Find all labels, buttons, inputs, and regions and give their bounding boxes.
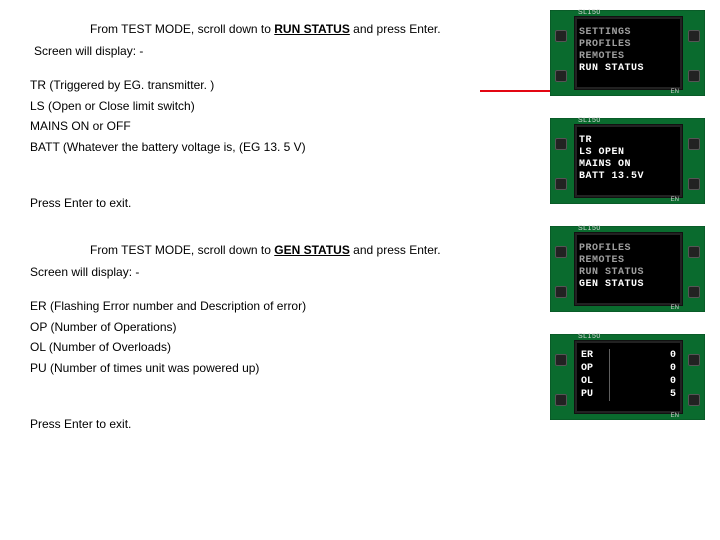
gen-item: ER (Flashing Error number and Descriptio… [30, 297, 470, 316]
device-board: SL150 TR LS OPEN MAINS ON BATT 13.5V EN [550, 118, 705, 204]
hw-button-icon [555, 394, 567, 406]
device-en-label: EN [671, 305, 679, 311]
device-screen: ER OP OL PU 0 0 0 5 [574, 340, 683, 414]
run-exit: Press Enter to exit. [30, 194, 470, 213]
hw-button-icon [555, 30, 567, 42]
hw-button-icon [688, 286, 700, 298]
device-screen: TR LS OPEN MAINS ON BATT 13.5V [574, 124, 683, 198]
device-screen: PROFILES REMOTES RUN STATUS GEN STATUS [574, 232, 683, 306]
gen-item: OL (Number of Overloads) [30, 338, 470, 357]
run-display-line: Screen will display: - [30, 42, 470, 60]
device-model-label: SL150 [578, 225, 601, 232]
gen-intro: From TEST MODE, scroll down to GEN STATU… [30, 241, 470, 259]
screen-content: SETTINGS PROFILES REMOTES RUN STATUS [575, 17, 682, 79]
device-board: SL150 ER OP OL PU 0 0 0 5 EN [550, 334, 705, 420]
run-intro-target: RUN STATUS [274, 22, 350, 36]
device-screen: SETTINGS PROFILES REMOTES RUN STATUS [574, 16, 683, 90]
device-en-label: EN [671, 413, 679, 419]
screen-content: ER OP OL PU 0 0 0 5 [575, 341, 682, 405]
run-item: TR (Triggered by EG. transmitter. ) [30, 76, 470, 95]
hw-button-icon [555, 354, 567, 366]
gen-exit: Press Enter to exit. [30, 415, 470, 434]
device-model-label: SL150 [578, 117, 601, 124]
run-item: MAINS ON or OFF [30, 117, 470, 136]
run-intro-prefix: From TEST MODE, scroll down to [90, 22, 274, 36]
gen-item: PU (Number of times unit was powered up) [30, 359, 470, 378]
gen-status-section: From TEST MODE, scroll down to GEN STATU… [30, 241, 470, 434]
run-status-section: From TEST MODE, scroll down to RUN STATU… [30, 20, 470, 213]
device-thumbnails: SL150 SETTINGS PROFILES REMOTES RUN STAT… [550, 10, 705, 442]
run-intro: From TEST MODE, scroll down to RUN STATU… [30, 20, 470, 38]
hw-button-icon [555, 246, 567, 258]
hw-button-icon [688, 178, 700, 190]
gen-intro-suffix: and press Enter. [350, 243, 441, 257]
gen-intro-target: GEN STATUS [274, 243, 350, 257]
device-model-label: SL150 [578, 9, 601, 16]
hw-button-icon [555, 178, 567, 190]
hw-button-icon [688, 246, 700, 258]
run-item: LS (Open or Close limit switch) [30, 97, 470, 116]
hw-button-icon [555, 138, 567, 150]
hw-button-icon [688, 354, 700, 366]
hw-button-icon [688, 30, 700, 42]
hw-button-icon [688, 138, 700, 150]
device-board: SL150 PROFILES REMOTES RUN STATUS GEN ST… [550, 226, 705, 312]
run-intro-suffix: and press Enter. [350, 22, 441, 36]
hw-button-icon [688, 394, 700, 406]
gen-intro-prefix: From TEST MODE, scroll down to [90, 243, 274, 257]
run-item: BATT (Whatever the battery voltage is, (… [30, 138, 470, 157]
screen-content: TR LS OPEN MAINS ON BATT 13.5V [575, 125, 682, 187]
device-model-label: SL150 [578, 333, 601, 340]
gen-display-line: Screen will display: - [30, 263, 470, 281]
hw-button-icon [688, 70, 700, 82]
screen-content: PROFILES REMOTES RUN STATUS GEN STATUS [575, 233, 682, 295]
hw-button-icon [555, 70, 567, 82]
hw-button-icon [555, 286, 567, 298]
gen-item: OP (Number of Operations) [30, 318, 470, 337]
device-en-label: EN [671, 197, 679, 203]
device-board: SL150 SETTINGS PROFILES REMOTES RUN STAT… [550, 10, 705, 96]
device-en-label: EN [671, 89, 679, 95]
